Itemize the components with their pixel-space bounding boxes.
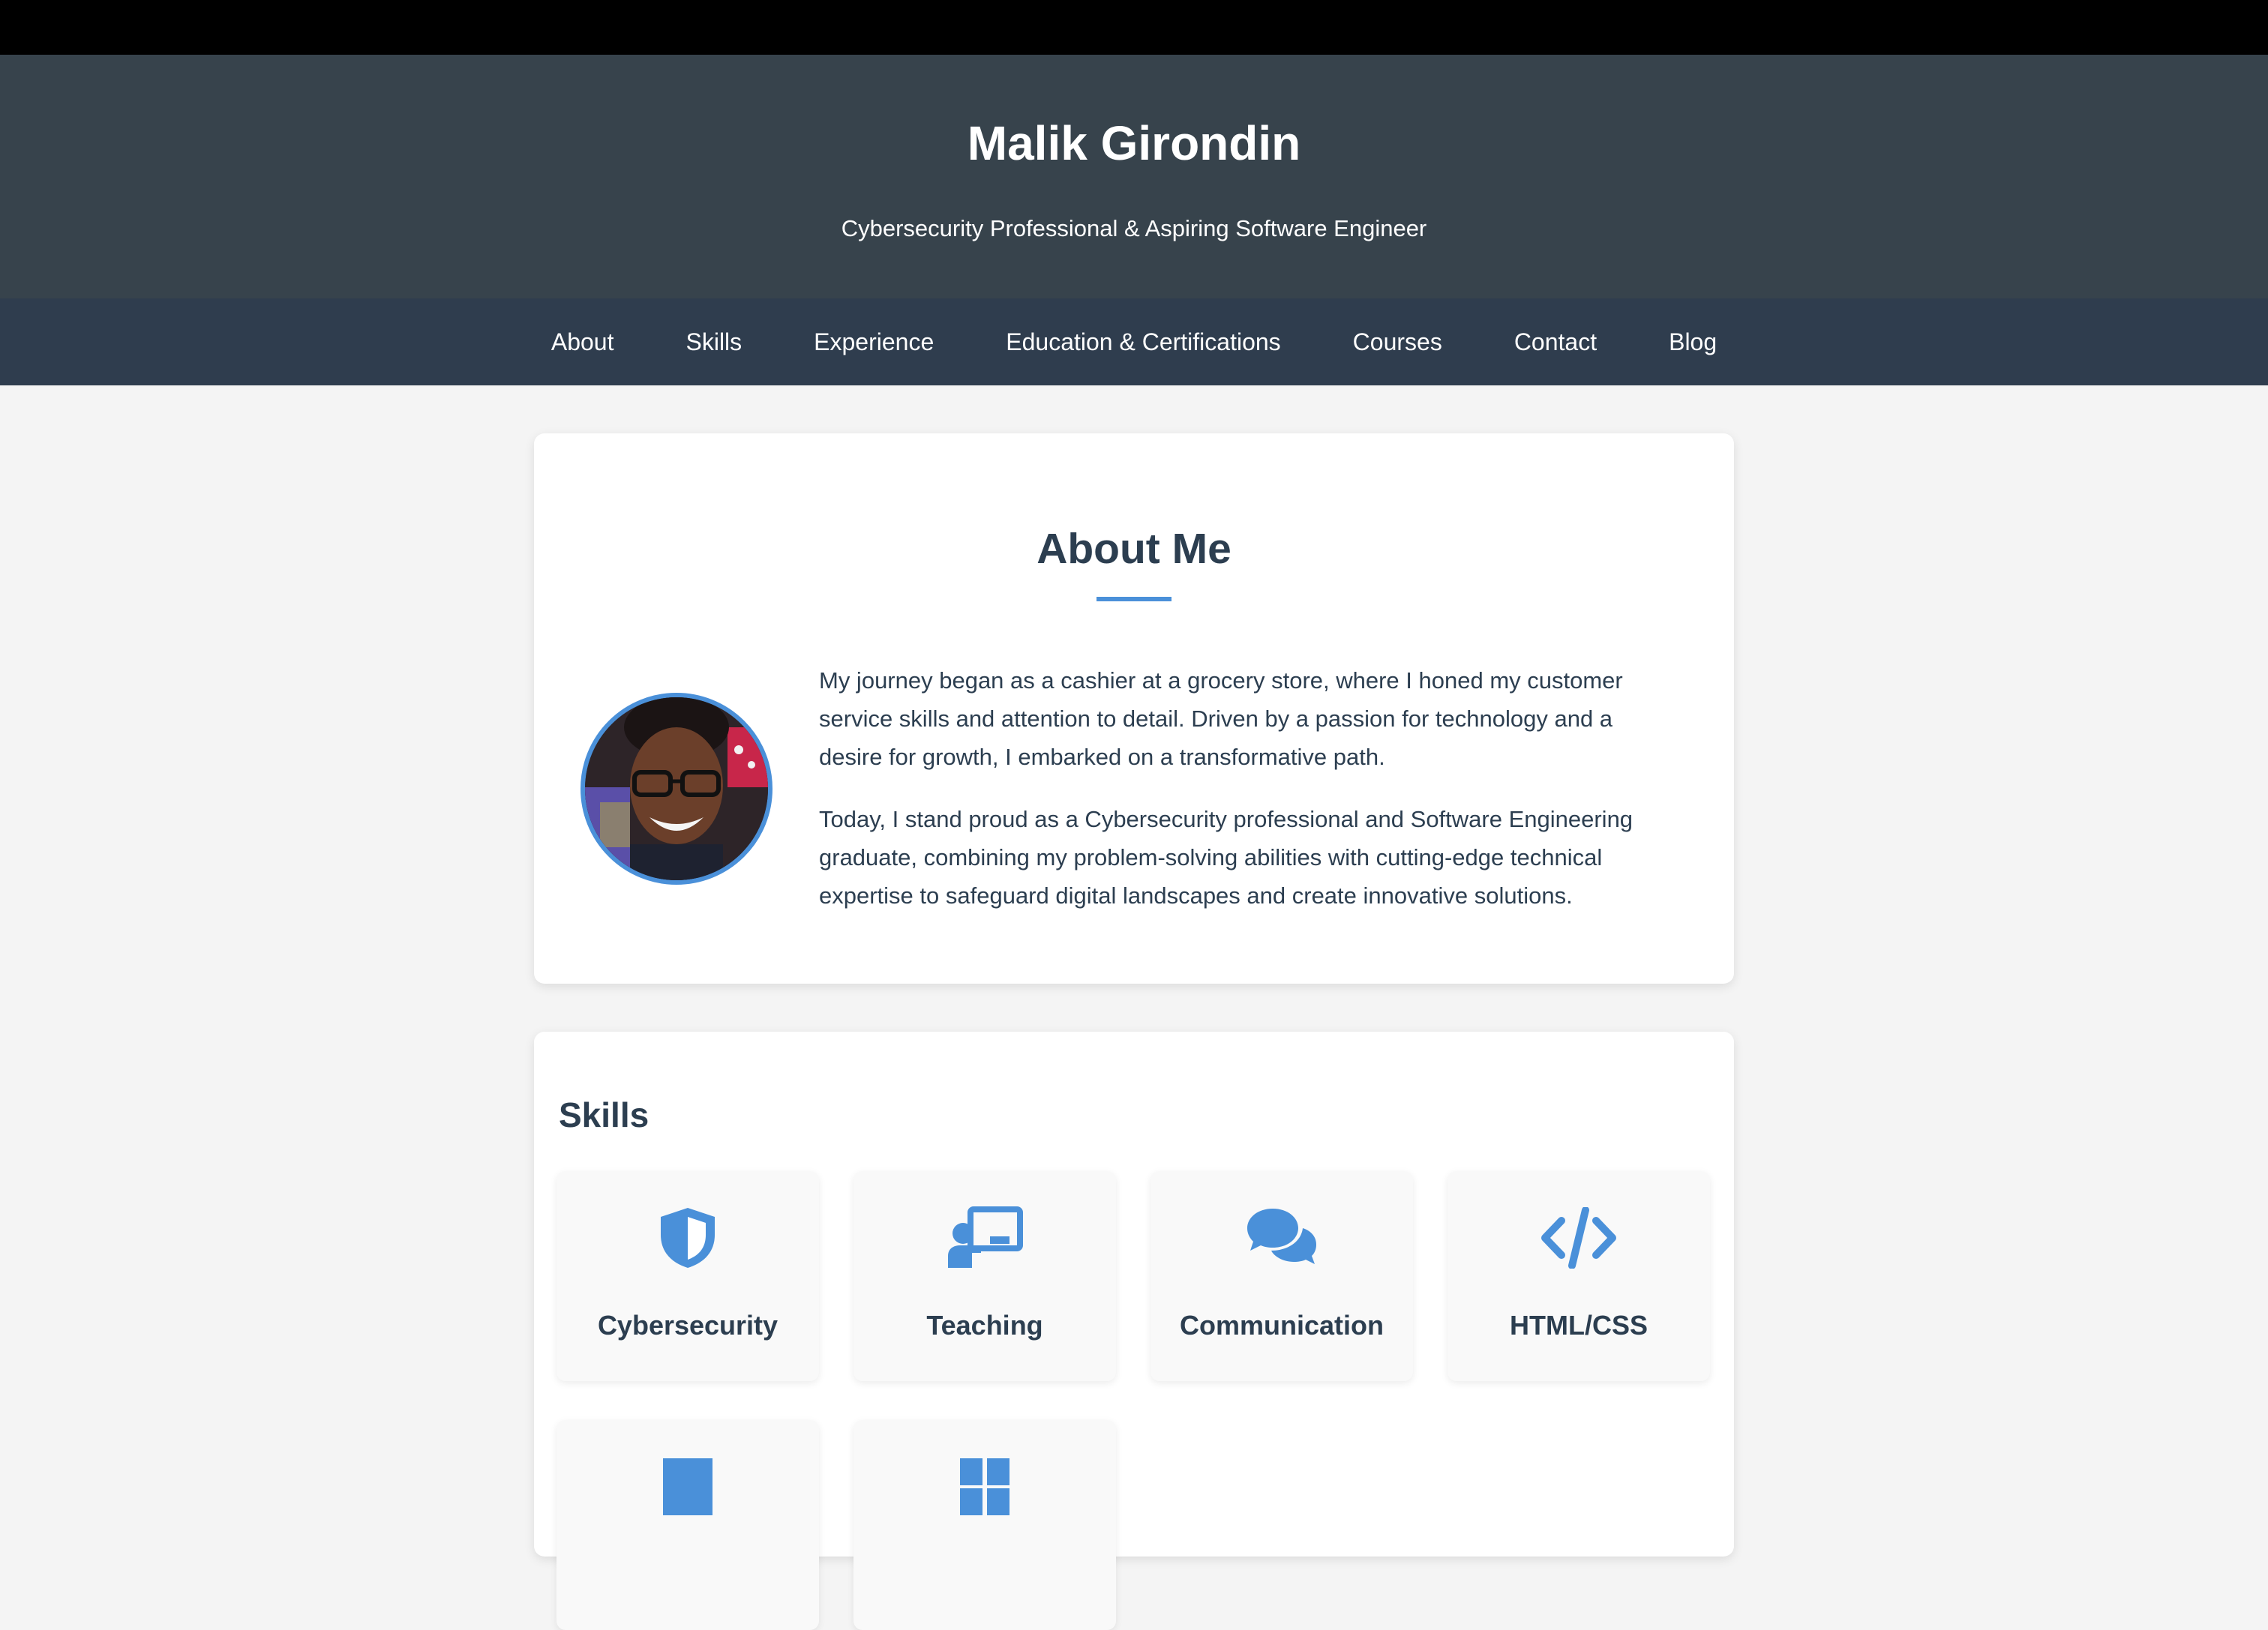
nav-link-contact[interactable]: Contact <box>1514 330 1597 354</box>
main-nav: About Skills Experience Education & Cert… <box>0 298 2268 385</box>
hero-header: Malik Girondin Cybersecurity Professiona… <box>0 55 2268 298</box>
top-black-bar <box>0 0 2268 55</box>
skill-label: Communication <box>1179 1310 1384 1341</box>
skill-card <box>556 1420 819 1630</box>
skill-card-cybersecurity: Cybersecurity <box>556 1171 819 1381</box>
skills-title: Skills <box>559 1095 650 1134</box>
nav-link-courses[interactable]: Courses <box>1353 330 1442 354</box>
tagline: Cybersecurity Professional & Aspiring So… <box>841 215 1427 241</box>
avatar-portrait-image <box>585 697 768 880</box>
chalkboard-teacher-icon <box>854 1204 1116 1272</box>
site-owner-name: Malik Girondin <box>967 116 1301 170</box>
avatar <box>580 693 772 885</box>
nav-link-blog[interactable]: Blog <box>1669 330 1717 354</box>
skill-label: Cybersecurity <box>597 1310 778 1341</box>
nav-link-experience[interactable]: Experience <box>814 330 934 354</box>
about-text: My journey began as a cashier at a groce… <box>819 661 1682 939</box>
skill-label: HTML/CSS <box>1510 1310 1648 1341</box>
about-section: About Me My journey began as a cashier a… <box>534 433 1734 984</box>
skill-card-teaching: Teaching <box>854 1171 1116 1381</box>
nav-link-about[interactable]: About <box>551 330 614 354</box>
skill-card <box>854 1420 1116 1630</box>
windows-icon <box>854 1453 1116 1521</box>
unknown-icon <box>556 1453 819 1521</box>
nav-link-education[interactable]: Education & Certifications <box>1006 330 1280 354</box>
skill-card-html-css: HTML/CSS <box>1448 1171 1710 1381</box>
nav-link-skills[interactable]: Skills <box>686 330 742 354</box>
shield-icon <box>556 1204 819 1272</box>
skill-card-communication: Communication <box>1150 1171 1413 1381</box>
skills-section: Skills Cybersecurity Teaching Communicat… <box>534 1032 1734 1630</box>
code-icon <box>1448 1204 1710 1272</box>
comments-icon <box>1150 1204 1413 1272</box>
about-paragraph: Today, I stand proud as a Cybersecurity … <box>819 806 1634 909</box>
title-underline <box>1096 597 1172 601</box>
about-paragraph: My journey began as a cashier at a groce… <box>819 667 1623 770</box>
about-title: About Me <box>1036 525 1232 573</box>
skill-label: Teaching <box>926 1310 1043 1341</box>
